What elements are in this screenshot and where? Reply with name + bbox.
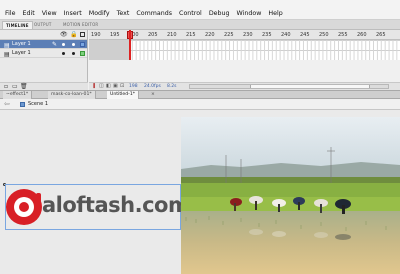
playhead-line[interactable]	[129, 30, 131, 60]
new-folder-icon[interactable]: ▭	[12, 83, 18, 90]
layer-header: 👁 🔒	[0, 30, 87, 40]
logo-bounding-box[interactable]: aloftash.com	[5, 184, 190, 230]
lock-dot[interactable]	[72, 43, 75, 46]
fps-suffix: fps	[154, 84, 161, 89]
delete-layer-icon[interactable]: 🗑	[20, 83, 28, 90]
layer-name[interactable]: Layer 1	[12, 49, 31, 58]
eye-icon[interactable]: 👁	[60, 32, 68, 38]
frames-toolbar: ❚ ◫ ◧ ▣ ⊡ 198 24.0 fps 8.2s	[89, 82, 400, 90]
frame-number: 255	[338, 32, 348, 38]
layer-toolbar: ▫ ▭ 🗑	[0, 82, 88, 90]
visibility-dot[interactable]	[62, 52, 65, 55]
onion-outline-icon[interactable]: ◧	[106, 83, 111, 90]
frame-number: 265	[376, 32, 386, 38]
layer-icon: ▤	[4, 51, 10, 58]
outline-swatch[interactable]	[80, 51, 85, 56]
frame-number: 210	[167, 32, 177, 38]
fps-value: 24.0	[144, 84, 155, 89]
menu-text[interactable]: Text	[117, 10, 130, 17]
menu-bar: File Edit View Insert Modify Text Comman…	[0, 0, 400, 20]
timeline-scrollbar[interactable]	[189, 84, 389, 89]
outline-icon[interactable]	[80, 32, 85, 37]
tab-motion-editor[interactable]: MOTION EDITOR	[60, 21, 101, 29]
elapsed-time: 8.2s	[167, 84, 177, 89]
menu-view[interactable]: View	[42, 10, 57, 17]
pencil-icon: ✎	[52, 41, 58, 48]
filled-frames[interactable]	[89, 40, 129, 60]
layer-list: 👁 🔒 ▤ Layer 1 ✎ ▤ Layer 1 ▫ ▭ 🗑	[0, 30, 88, 90]
stage[interactable]: aloftash.com	[0, 110, 400, 274]
center-frame-icon[interactable]: ❚	[92, 83, 96, 90]
menu-file[interactable]: File	[5, 10, 16, 17]
frame-number: 190	[91, 32, 101, 38]
layer-row[interactable]: ▤ Layer 1 ✎	[0, 40, 87, 49]
frame-number: 230	[243, 32, 253, 38]
document-tabs: ~effect1* mask-co-loan-01* Untitled-1* ×	[0, 90, 400, 99]
frame-number: 245	[300, 32, 310, 38]
close-tab-icon[interactable]: ×	[148, 91, 158, 99]
scroll-thumb[interactable]	[250, 85, 370, 88]
lock-icon[interactable]: 🔒	[70, 32, 77, 38]
outline-swatch[interactable]	[80, 42, 85, 47]
doc-tab-active[interactable]: Untitled-1*	[107, 91, 140, 99]
logo-text: aloftash.com	[42, 193, 190, 217]
frame-number: 225	[224, 32, 234, 38]
frame-number: 240	[281, 32, 291, 38]
current-frame: 198	[129, 84, 138, 89]
menu-window[interactable]: Window	[237, 10, 262, 17]
scene-icon	[20, 102, 25, 107]
onion-markers-icon[interactable]: ⊡	[120, 83, 124, 90]
doc-tab[interactable]: mask-co-loan-01*	[48, 91, 96, 99]
visibility-dot[interactable]	[62, 43, 65, 46]
frame-number: 220	[205, 32, 215, 38]
menu-help[interactable]: Help	[268, 10, 282, 17]
menu-debug[interactable]: Debug	[209, 10, 230, 17]
doc-tab[interactable]: ~effect1*	[3, 91, 33, 99]
rice-field-photo[interactable]	[181, 117, 400, 274]
logo-icon	[6, 189, 42, 225]
timeline-panel: 👁 🔒 ▤ Layer 1 ✎ ▤ Layer 1 ▫ ▭ 🗑 190 195 …	[0, 30, 400, 90]
menu-insert[interactable]: Insert	[64, 10, 82, 17]
edit-bar: ⇦ Scene 1	[0, 99, 400, 110]
tab-timeline[interactable]: TIMELINE	[2, 21, 33, 29]
logo-core	[19, 202, 29, 212]
frame-ruler[interactable]: 190 195 200 205 210 215 220 225 230 235 …	[89, 30, 400, 40]
layer-row[interactable]: ▤ Layer 1	[0, 49, 87, 58]
frame-number: 195	[110, 32, 120, 38]
panel-tabs: TIMELINE OUTPUT MOTION EDITOR	[0, 20, 400, 30]
edit-multiple-icon[interactable]: ▣	[113, 83, 118, 90]
new-layer-icon[interactable]: ▫	[4, 83, 8, 90]
frame-number: 215	[186, 32, 196, 38]
scene-label[interactable]: Scene 1	[28, 101, 48, 107]
menu-control[interactable]: Control	[179, 10, 202, 17]
frame-grid[interactable]	[89, 40, 400, 60]
layer-name[interactable]: Layer 1	[12, 40, 31, 49]
menu-modify[interactable]: Modify	[89, 10, 110, 17]
menu-edit[interactable]: Edit	[23, 10, 35, 17]
lock-dot[interactable]	[72, 52, 75, 55]
onion-skin-icon[interactable]: ◫	[99, 83, 104, 90]
frame-number: 235	[262, 32, 272, 38]
tab-output[interactable]: OUTPUT	[31, 21, 55, 29]
menu-commands[interactable]: Commands	[136, 10, 172, 17]
frame-number: 250	[319, 32, 329, 38]
frame-number: 205	[148, 32, 158, 38]
frames-area: 190 195 200 205 210 215 220 225 230 235 …	[89, 30, 400, 90]
logo-stem	[36, 193, 41, 213]
back-arrow-icon[interactable]: ⇦	[4, 100, 10, 108]
frame-number: 260	[357, 32, 367, 38]
